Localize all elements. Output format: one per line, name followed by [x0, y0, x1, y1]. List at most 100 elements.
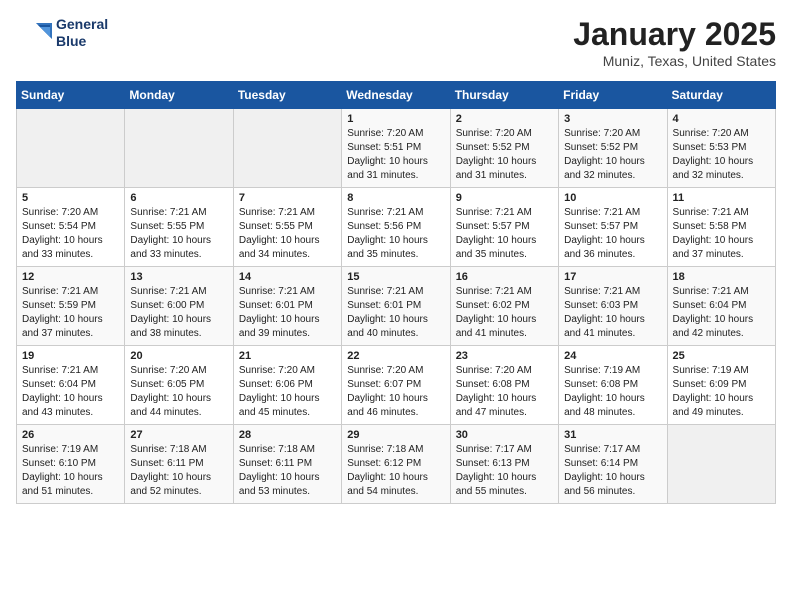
calendar-day-cell: 24 Sunrise: 7:19 AM Sunset: 6:08 PM Dayli…: [559, 346, 667, 425]
day-number: 7: [239, 192, 336, 204]
day-number: 10: [564, 192, 661, 204]
day-info: Sunrise: 7:21 AM Sunset: 5:55 PM Dayligh…: [239, 206, 336, 262]
day-info: Sunrise: 7:18 AM Sunset: 6:11 PM Dayligh…: [239, 443, 336, 499]
weekday-header: Sunday: [17, 82, 125, 109]
calendar-day-cell: 23Sunrise: 7:20 AM Sunset: 6:08 PM Dayli…: [450, 346, 558, 425]
day-info: Sunrise: 7:20 AM Sunset: 5:52 PM Dayligh…: [456, 127, 553, 183]
day-number: 3: [564, 113, 661, 125]
day-info: Sunrise: 7:18 AM Sunset: 6:11 PM Dayligh…: [130, 443, 227, 499]
calendar-day-cell: 2 Sunrise: 7:20 AM Sunset: 5:52 PM Daylig…: [450, 109, 558, 188]
day-info: Sunrise: 7:21 AM Sunset: 5:57 PM Dayligh…: [456, 206, 553, 262]
calendar-day-cell: 11 Sunrise: 7:21 AM Sunset: 5:58 PM Dayli…: [667, 188, 775, 267]
calendar-week-row: 5 Sunrise: 7:20 AM Sunset: 5:54 PM Daylig…: [17, 188, 776, 267]
calendar-day-cell: 30Sunrise: 7:17 AM Sunset: 6:13 PM Dayli…: [450, 425, 558, 504]
calendar-day-cell: 28Sunrise: 7:18 AM Sunset: 6:11 PM Dayli…: [233, 425, 341, 504]
day-info: Sunrise: 7:20 AM Sunset: 5:51 PM Dayligh…: [347, 127, 444, 183]
logo: General Blue: [16, 16, 108, 50]
calendar-day-cell: 14Sunrise: 7:21 AM Sunset: 6:01 PM Dayli…: [233, 267, 341, 346]
day-info: Sunrise: 7:21 AM Sunset: 5:59 PM Dayligh…: [22, 285, 119, 341]
calendar-day-cell: 10Sunrise: 7:21 AM Sunset: 5:57 PM Dayli…: [559, 188, 667, 267]
day-number: 12: [22, 271, 119, 283]
calendar-week-row: 26Sunrise: 7:19 AM Sunset: 6:10 PM Dayli…: [17, 425, 776, 504]
day-info: Sunrise: 7:21 AM Sunset: 5:58 PM Dayligh…: [673, 206, 770, 262]
calendar-day-cell: 3 Sunrise: 7:20 AM Sunset: 5:52 PM Daylig…: [559, 109, 667, 188]
calendar-day-cell: 16 Sunrise: 7:21 AM Sunset: 6:02 PM Dayli…: [450, 267, 558, 346]
day-info: Sunrise: 7:21 AM Sunset: 6:01 PM Dayligh…: [347, 285, 444, 341]
page-header: General Blue January 2025 Muniz, Texas, …: [16, 16, 776, 69]
day-info: Sunrise: 7:20 AM Sunset: 5:52 PM Dayligh…: [564, 127, 661, 183]
calendar-day-cell: 1 Sunrise: 7:20 AM Sunset: 5:51 PM Daylig…: [342, 109, 450, 188]
day-number: 8: [347, 192, 444, 204]
day-info: Sunrise: 7:18 AM Sunset: 6:12 PM Dayligh…: [347, 443, 444, 499]
calendar-day-cell: 25 Sunrise: 7:19 AM Sunset: 6:09 PM Dayli…: [667, 346, 775, 425]
day-number: 2: [456, 113, 553, 125]
day-number: 14: [239, 271, 336, 283]
day-info: Sunrise: 7:21 AM Sunset: 6:04 PM Dayligh…: [22, 364, 119, 420]
calendar-day-cell: 13 Sunrise: 7:21 AM Sunset: 6:00 PM Dayli…: [125, 267, 233, 346]
calendar-day-cell: 17 Sunrise: 7:21 AM Sunset: 6:03 PM Dayli…: [559, 267, 667, 346]
calendar-day-cell: 20 Sunrise: 7:20 AM Sunset: 6:05 PM Dayli…: [125, 346, 233, 425]
day-number: 26: [22, 429, 119, 441]
calendar-day-cell: 15 Sunrise: 7:21 AM Sunset: 6:01 PM Dayli…: [342, 267, 450, 346]
day-number: 31: [564, 429, 661, 441]
day-info: Sunrise: 7:20 AM Sunset: 5:54 PM Dayligh…: [22, 206, 119, 262]
weekday-header: Wednesday: [342, 82, 450, 109]
day-number: 9: [456, 192, 553, 204]
day-number: 19: [22, 350, 119, 362]
location: Muniz, Texas, United States: [573, 53, 776, 69]
day-info: Sunrise: 7:21 AM Sunset: 6:03 PM Dayligh…: [564, 285, 661, 341]
day-number: 25: [673, 350, 770, 362]
day-number: 22: [347, 350, 444, 362]
calendar-week-row: 19 Sunrise: 7:21 AM Sunset: 6:04 PM Dayli…: [17, 346, 776, 425]
day-number: 13: [130, 271, 227, 283]
day-number: 29: [347, 429, 444, 441]
day-number: 11: [673, 192, 770, 204]
day-info: Sunrise: 7:17 AM Sunset: 6:14 PM Dayligh…: [564, 443, 661, 499]
day-number: 6: [130, 192, 227, 204]
logo-text: General Blue: [56, 16, 108, 50]
day-number: 4: [673, 113, 770, 125]
day-info: Sunrise: 7:20 AM Sunset: 6:05 PM Dayligh…: [130, 364, 227, 420]
day-number: 24: [564, 350, 661, 362]
calendar-day-cell: [17, 109, 125, 188]
calendar-day-cell: 26Sunrise: 7:19 AM Sunset: 6:10 PM Dayli…: [17, 425, 125, 504]
day-info: Sunrise: 7:20 AM Sunset: 6:07 PM Dayligh…: [347, 364, 444, 420]
calendar-week-row: 12 Sunrise: 7:21 AM Sunset: 5:59 PM Dayli…: [17, 267, 776, 346]
calendar-day-cell: 18 Sunrise: 7:21 AM Sunset: 6:04 PM Dayli…: [667, 267, 775, 346]
day-info: Sunrise: 7:20 AM Sunset: 5:53 PM Dayligh…: [673, 127, 770, 183]
day-number: 1: [347, 113, 444, 125]
month-title: January 2025: [573, 16, 776, 53]
calendar-day-cell: 29 Sunrise: 7:18 AM Sunset: 6:12 PM Dayli…: [342, 425, 450, 504]
calendar-day-cell: 6Sunrise: 7:21 AM Sunset: 5:55 PM Daylig…: [125, 188, 233, 267]
day-info: Sunrise: 7:19 AM Sunset: 6:08 PM Dayligh…: [564, 364, 661, 420]
day-info: Sunrise: 7:17 AM Sunset: 6:13 PM Dayligh…: [456, 443, 553, 499]
day-number: 17: [564, 271, 661, 283]
logo-icon: [16, 19, 52, 47]
weekday-header: Saturday: [667, 82, 775, 109]
day-info: Sunrise: 7:21 AM Sunset: 5:56 PM Dayligh…: [347, 206, 444, 262]
weekday-header: Friday: [559, 82, 667, 109]
day-info: Sunrise: 7:21 AM Sunset: 6:04 PM Dayligh…: [673, 285, 770, 341]
calendar-day-cell: [125, 109, 233, 188]
day-number: 27: [130, 429, 227, 441]
calendar-day-cell: 4 Sunrise: 7:20 AM Sunset: 5:53 PM Daylig…: [667, 109, 775, 188]
day-info: Sunrise: 7:21 AM Sunset: 6:00 PM Dayligh…: [130, 285, 227, 341]
calendar-day-cell: 22 Sunrise: 7:20 AM Sunset: 6:07 PM Dayli…: [342, 346, 450, 425]
calendar-day-cell: 31 Sunrise: 7:17 AM Sunset: 6:14 PM Dayli…: [559, 425, 667, 504]
title-block: January 2025 Muniz, Texas, United States: [573, 16, 776, 69]
weekday-header: Thursday: [450, 82, 558, 109]
weekday-header: Monday: [125, 82, 233, 109]
calendar-day-cell: [667, 425, 775, 504]
calendar-week-row: 1 Sunrise: 7:20 AM Sunset: 5:51 PM Daylig…: [17, 109, 776, 188]
day-info: Sunrise: 7:20 AM Sunset: 6:06 PM Dayligh…: [239, 364, 336, 420]
day-info: Sunrise: 7:19 AM Sunset: 6:09 PM Dayligh…: [673, 364, 770, 420]
day-number: 18: [673, 271, 770, 283]
day-number: 20: [130, 350, 227, 362]
day-number: 15: [347, 271, 444, 283]
day-number: 5: [22, 192, 119, 204]
day-info: Sunrise: 7:20 AM Sunset: 6:08 PM Dayligh…: [456, 364, 553, 420]
day-info: Sunrise: 7:21 AM Sunset: 6:02 PM Dayligh…: [456, 285, 553, 341]
day-number: 16: [456, 271, 553, 283]
calendar-table: SundayMondayTuesdayWednesdayThursdayFrid…: [16, 81, 776, 504]
calendar-day-cell: 9 Sunrise: 7:21 AM Sunset: 5:57 PM Daylig…: [450, 188, 558, 267]
